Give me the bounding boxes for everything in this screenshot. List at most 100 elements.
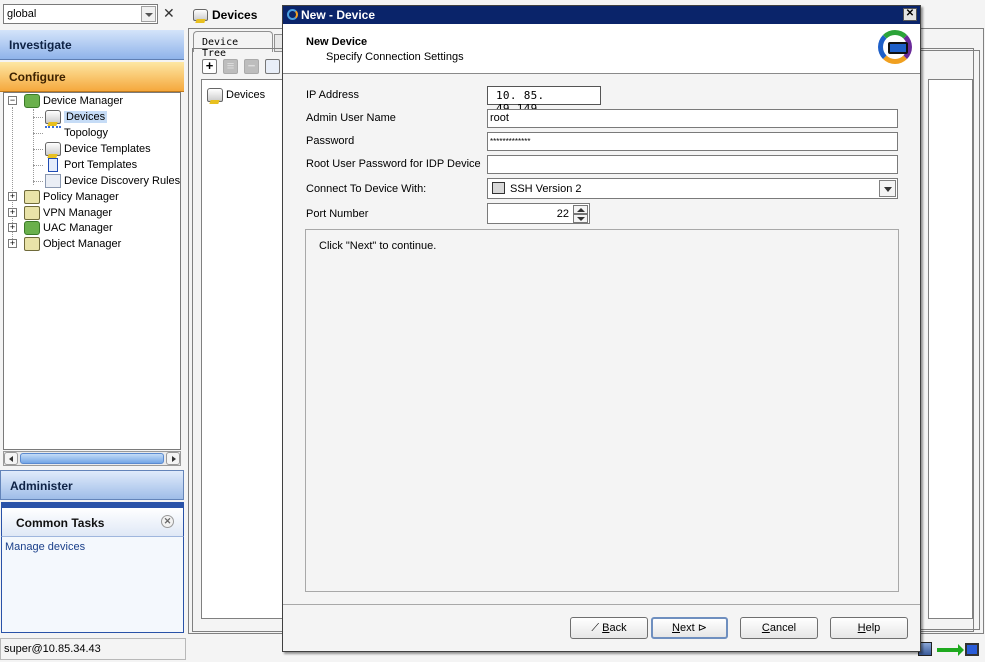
next-arrow-icon: ⊳ [694, 622, 707, 634]
new-device-dialog: New - Device ✕ New Device Specify Connec… [282, 5, 921, 652]
horizontal-scrollbar[interactable] [3, 451, 181, 466]
admin-user-input[interactable]: root [487, 109, 898, 128]
device-icon [207, 88, 223, 102]
close-icon[interactable]: ✕ [161, 515, 174, 528]
connection-arrow-icon [937, 644, 964, 656]
tree-item-devices[interactable]: Devices [45, 109, 108, 125]
password-label: Password [306, 135, 355, 147]
device-manager-icon [24, 221, 40, 235]
cancel-mnemonic: C [761, 622, 770, 634]
device-icon [45, 142, 61, 156]
manage-devices-link[interactable]: Manage devices [5, 541, 85, 553]
expand-icon[interactable]: + [8, 223, 17, 232]
close-icon[interactable]: ✕ [163, 5, 175, 22]
left-panel: global ✕ Investigate Configure − Device … [0, 0, 186, 662]
scrollbar-thumb[interactable] [20, 453, 164, 464]
tree-item-device-discovery-rules[interactable]: Device Discovery Rules [45, 173, 180, 189]
back-button[interactable]: ⟋ Back [570, 617, 648, 639]
cancel-label: ancel [769, 622, 797, 634]
next-label: ext [679, 622, 695, 634]
tree-item-label: Devices [226, 89, 266, 101]
administer-section-button[interactable]: Administer [0, 470, 184, 500]
app-icon [287, 9, 298, 20]
expand-icon[interactable]: + [8, 192, 17, 201]
main-title: Devices [193, 8, 257, 22]
report-icon[interactable] [265, 59, 280, 74]
help-button[interactable]: Help [830, 617, 908, 639]
port-number-spinner[interactable]: 22 [487, 203, 590, 224]
right-panel-content [928, 79, 973, 619]
tree-item-vpn-manager[interactable]: VPN Manager [24, 205, 112, 221]
tree-item-label: VPN Manager [43, 207, 113, 219]
tree-item-device-manager[interactable]: Device Manager [24, 93, 123, 109]
delete-icon: − [244, 59, 259, 74]
common-tasks-body: Manage devices [1, 536, 184, 633]
device-icon [193, 9, 208, 21]
tree-item-topology[interactable]: Topology [45, 125, 108, 141]
connect-with-label: Connect To Device With: [306, 183, 427, 195]
expand-icon[interactable]: + [8, 208, 17, 217]
tree-item-object-manager[interactable]: Object Manager [24, 236, 121, 252]
dialog-header-subtitle: Specify Connection Settings [326, 51, 464, 63]
add-icon[interactable]: + [202, 59, 217, 74]
status-user: super@10.85.34.43 [0, 638, 186, 660]
connect-with-value: SSH Version 2 [510, 183, 582, 195]
scroll-left-icon[interactable] [4, 452, 18, 465]
tree-item-device-templates[interactable]: Device Templates [45, 141, 151, 157]
tree-item-devices-root[interactable]: Devices [207, 87, 265, 103]
ip-address-input[interactable]: 10. 85. 49.149 [487, 86, 601, 115]
dialog-titlebar: New - Device ✕ [283, 6, 920, 24]
common-tasks-header: Common Tasks ✕ [1, 508, 184, 536]
cancel-button[interactable]: Cancel [740, 617, 818, 639]
tree-item-label: Object Manager [43, 238, 122, 250]
device-icon [45, 110, 61, 124]
tree-line [33, 133, 43, 134]
tree-line [33, 165, 43, 166]
chevron-down-icon[interactable] [141, 6, 156, 22]
tree-line [33, 109, 34, 185]
continue-message: Click "Next" to continue. [319, 240, 437, 252]
tree-item-label: UAC Manager [43, 222, 113, 234]
tree-item-label: Device Templates [64, 143, 151, 155]
dialog-title: New - Device [301, 8, 376, 22]
tree-item-label: Topology [64, 127, 109, 139]
message-area: Click "Next" to continue. [305, 229, 899, 592]
tree-item-uac-manager[interactable]: UAC Manager [24, 220, 113, 236]
close-icon[interactable]: ✕ [903, 8, 917, 21]
tree-item-label: Device Discovery Rules [64, 175, 181, 187]
tree-item-label: Device Manager [43, 95, 124, 107]
tree-item-policy-manager[interactable]: Policy Manager [24, 189, 119, 205]
main-title-text: Devices [212, 8, 258, 22]
port-template-icon [48, 158, 58, 172]
ip-address-label: IP Address [306, 89, 359, 101]
tree-item-port-templates[interactable]: Port Templates [45, 157, 137, 173]
scroll-right-icon[interactable] [166, 452, 180, 465]
topology-icon [45, 126, 61, 140]
configure-section-button[interactable]: Configure [0, 62, 184, 92]
tree-item-label: Port Templates [64, 159, 138, 171]
computer-icon [492, 182, 505, 194]
device-logo-icon [878, 30, 912, 64]
next-button[interactable]: Next ⊳ [651, 617, 728, 639]
password-input[interactable]: ************* [487, 132, 898, 151]
increment-icon[interactable] [573, 205, 588, 214]
help-mnemonic: H [857, 622, 866, 634]
root-password-input[interactable] [487, 155, 898, 174]
tree-item-label: Policy Manager [43, 191, 119, 203]
clipboard-icon [24, 190, 40, 204]
configure-tree: − Device Manager Devices Topology Device… [3, 92, 181, 450]
decrement-icon[interactable] [573, 214, 588, 223]
right-panel [920, 50, 980, 630]
edit-icon: ≡ [223, 59, 238, 74]
tree-line [33, 149, 43, 150]
clipboard-icon [24, 237, 40, 251]
expand-icon[interactable]: + [8, 239, 17, 248]
port-number-label: Port Number [306, 208, 369, 220]
domain-select[interactable]: global [3, 4, 158, 24]
chevron-down-icon[interactable] [879, 180, 896, 197]
collapse-icon[interactable]: − [8, 96, 17, 105]
tree-item-label: Devices [64, 111, 108, 123]
help-label: elp [865, 622, 881, 634]
connect-with-select[interactable]: SSH Version 2 [487, 178, 898, 199]
investigate-section-button[interactable]: Investigate [0, 30, 184, 60]
